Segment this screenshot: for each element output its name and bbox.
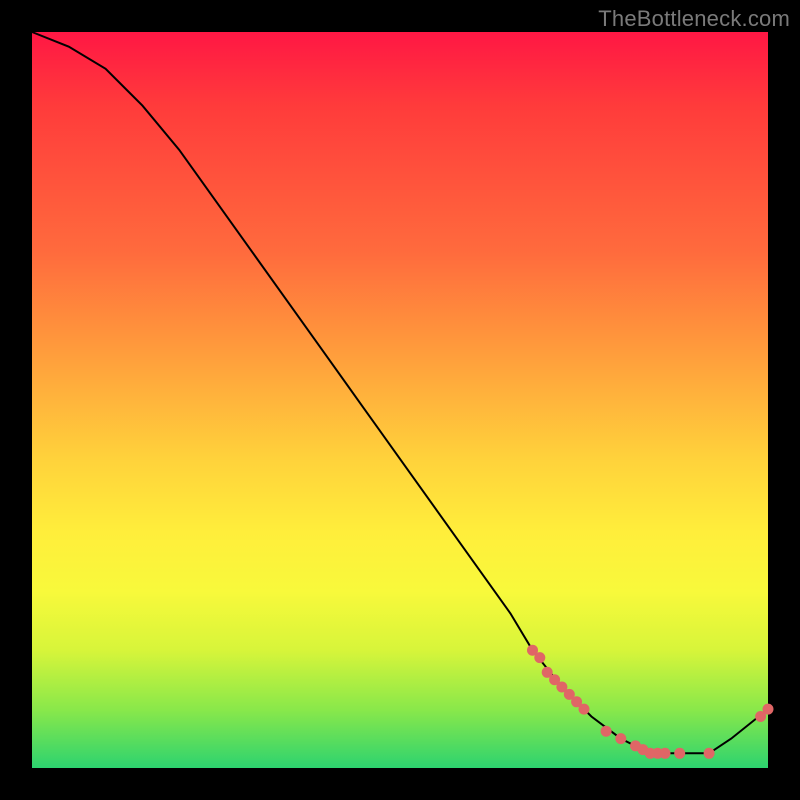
marker-group	[527, 645, 774, 759]
watermark-text: TheBottleneck.com	[598, 6, 790, 32]
data-marker	[660, 748, 671, 759]
data-marker	[534, 652, 545, 663]
bottleneck-curve	[32, 32, 768, 753]
curve-svg	[32, 32, 768, 768]
data-marker	[579, 704, 590, 715]
data-marker	[763, 704, 774, 715]
chart-frame: TheBottleneck.com	[0, 0, 800, 800]
plot-area	[32, 32, 768, 768]
data-marker	[601, 726, 612, 737]
data-marker	[615, 733, 626, 744]
data-marker	[704, 748, 715, 759]
data-marker	[674, 748, 685, 759]
